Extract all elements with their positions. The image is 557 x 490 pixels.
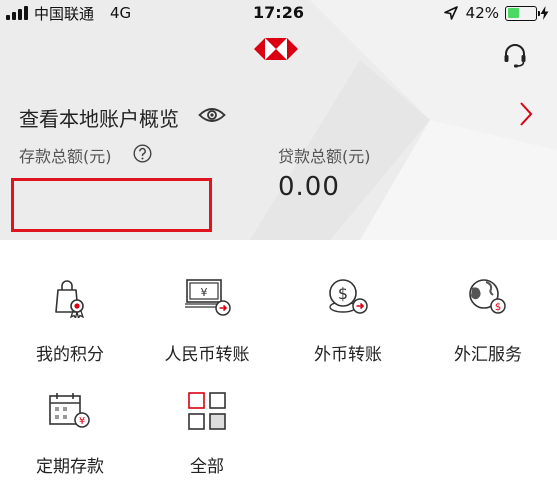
grid-item-label: 人民币转账 (164, 345, 250, 365)
grid-item-foreign-transfer[interactable]: $ 外币转账 (278, 276, 418, 365)
grid-item-label: 外币转账 (314, 345, 382, 365)
battery-percent: 42% (465, 4, 499, 22)
foreign-currency-transfer-icon: $ (329, 279, 368, 314)
battery-icon (505, 5, 540, 21)
battery-fill (507, 8, 519, 18)
grid-item-my-points[interactable]: 我的积分 (0, 276, 140, 365)
grid-item-label: 全部 (190, 457, 224, 477)
grid-item-label: 定期存款 (36, 457, 104, 477)
svg-text:$: $ (495, 302, 501, 313)
question-circle-icon[interactable] (133, 144, 152, 163)
grid-item-label: 外汇服务 (454, 345, 522, 365)
deposit-total-label: 存款总额(元) (19, 147, 112, 166)
hsbc-hexagon-logo (254, 38, 298, 60)
loan-total-label: 贷款总额(元) (278, 147, 371, 166)
chevron-right-icon[interactable] (518, 101, 534, 127)
grid-item-fx-service[interactable]: $ 外汇服务 (418, 276, 557, 365)
loan-total-value: 0.00 (278, 172, 340, 202)
charging-bolt-icon (540, 6, 549, 20)
grid-item-cny-transfer[interactable]: ¥ 人民币转账 (137, 276, 277, 365)
grid-item-all[interactable]: 全部 (137, 390, 277, 477)
grid-item-label: 我的积分 (36, 345, 104, 365)
svg-text:$: $ (338, 284, 348, 303)
svg-text:¥: ¥ (79, 416, 85, 427)
status-bar: 中国联通 4G 17:26 42% (0, 0, 557, 26)
account-header: 中国联通 4G 17:26 42% 查看本地账户概览 存款总额(元) 贷款总额(… (0, 0, 557, 240)
deposit-total-highlight-box (11, 178, 212, 232)
grid-item-time-deposit[interactable]: ¥ 定期存款 (0, 390, 140, 477)
calendar-deposit-icon: ¥ (49, 393, 90, 428)
fx-globe-icon: $ (469, 279, 506, 314)
headset-icon[interactable] (502, 42, 528, 70)
account-overview-title[interactable]: 查看本地账户概览 (19, 103, 179, 132)
status-right: 42% (443, 3, 549, 23)
cny-transfer-icon: ¥ (185, 279, 231, 316)
svg-text:¥: ¥ (201, 286, 208, 299)
eye-icon[interactable] (198, 106, 226, 124)
grid-all-icon (188, 392, 226, 430)
location-arrow-icon (443, 6, 458, 20)
shopping-bag-badge-icon (55, 280, 85, 318)
